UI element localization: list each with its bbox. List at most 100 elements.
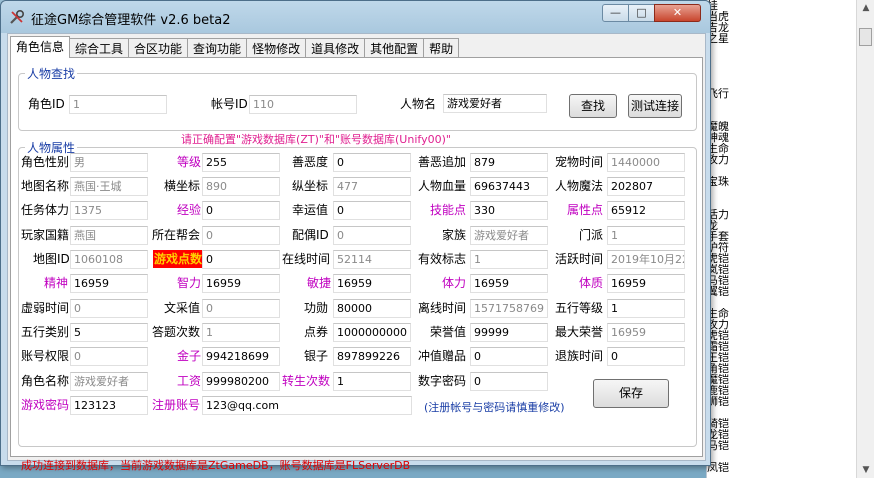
skill-points-field[interactable]: 330: [470, 201, 548, 220]
online-time-label: 在线时间: [282, 252, 331, 266]
maximize-button[interactable]: □: [628, 4, 655, 22]
tab-role-info[interactable]: 角色信息: [10, 36, 71, 58]
rebirth-count-field[interactable]: 1: [333, 372, 411, 391]
offline-time-field[interactable]: 1571758769: [470, 299, 548, 318]
mp-field[interactable]: 202807: [607, 177, 685, 196]
tab-query[interactable]: 查询功能: [187, 38, 248, 58]
minimize-button[interactable]: —: [602, 4, 629, 22]
family-field[interactable]: 游戏爱好者: [470, 226, 548, 245]
x-coord-label: 横坐标: [164, 179, 201, 193]
x-coord-field[interactable]: 890: [202, 177, 280, 196]
scroll-down-icon[interactable]: ▼: [857, 462, 874, 478]
coupon-field[interactable]: 1000000000: [333, 323, 411, 342]
retire-time-label: 退族时间: [555, 349, 604, 363]
background-list: 挂当虎 吉龙 之星 飞行 魔魄 神魂 生命 攻力 宝珠 活力龙手套 护符 虎铠 岚铠 马铠 翼铠 生命 攻力 虎铠…: [707, 0, 837, 478]
agility-label: 敏捷: [307, 276, 332, 290]
scroll-up-icon[interactable]: ▲: [857, 0, 874, 16]
gold-field[interactable]: 994218699: [202, 347, 280, 366]
registered-account-field[interactable]: 123@qq.com: [202, 396, 412, 415]
tab-config[interactable]: 其他配置: [364, 38, 425, 58]
character-name-field[interactable]: 游戏爱好者: [70, 372, 148, 391]
family-label: 家族: [442, 228, 467, 242]
valid-flag-label: 有效标志: [418, 252, 467, 266]
spirit-label: 精神: [44, 276, 69, 290]
sect-label: 门派: [579, 228, 604, 242]
attr-points-field[interactable]: 65912: [607, 201, 685, 220]
level-field[interactable]: 255: [202, 153, 280, 172]
strength-label: 体力: [442, 276, 467, 290]
honor-field[interactable]: 99999: [470, 323, 548, 342]
weak-time-field[interactable]: 0: [70, 299, 148, 318]
gender-field[interactable]: 男: [70, 153, 148, 172]
digit-password-label: 数字密码: [418, 374, 467, 388]
account-id-input[interactable]: 110: [249, 95, 357, 114]
game-password-field[interactable]: 123123: [70, 396, 148, 415]
recharge-gift-field[interactable]: 0: [470, 347, 548, 366]
role-id-label: 角色ID: [28, 97, 65, 111]
hp-field[interactable]: 69637443: [470, 177, 548, 196]
constitution-field[interactable]: 16959: [607, 274, 685, 293]
tab-tools[interactable]: 综合工具: [69, 38, 130, 58]
map-id-field[interactable]: 1060108: [70, 250, 148, 269]
constitution-label: 体质: [579, 276, 604, 290]
main-window: 征途GM综合管理软件 v2.6 beta2 — □ ✕ 角色信息 综合工具 合区功能…: [0, 0, 711, 472]
valid-flag-field[interactable]: 1: [470, 250, 548, 269]
digit-password-field[interactable]: 0: [470, 372, 548, 391]
tab-monster[interactable]: 怪物修改: [246, 38, 307, 58]
tab-help[interactable]: 帮助: [423, 38, 460, 58]
answer-count-field[interactable]: 1: [202, 323, 280, 342]
exp-label: 经验: [177, 203, 202, 217]
background-window: 挂当虎 吉龙 之星 飞行 魔魄 神魂 生命 攻力 宝珠 活力龙手套 护符 虎铠 岚铠 马铠 翼铠 生命 攻力 虎铠…: [706, 0, 874, 478]
close-button[interactable]: ✕: [654, 4, 701, 22]
intelligence-label: 智力: [177, 276, 202, 290]
silver-field[interactable]: 897899226: [333, 347, 411, 366]
country-field[interactable]: 燕国: [70, 226, 148, 245]
salary-field[interactable]: 999980200: [202, 372, 280, 391]
role-id-input[interactable]: 1: [69, 95, 167, 114]
spouse-id-field[interactable]: 0: [333, 226, 411, 245]
tab-merge[interactable]: 合区功能: [128, 38, 189, 58]
five-element-type-field[interactable]: 5: [70, 323, 148, 342]
good-evil-label: 善恶度: [292, 155, 329, 169]
max-honor-field[interactable]: 16959: [607, 323, 685, 342]
test-connection-button[interactable]: 测试连接: [628, 94, 682, 118]
online-time-field[interactable]: 52114: [333, 250, 411, 269]
agility-field[interactable]: 16959: [333, 274, 411, 293]
title-bar[interactable]: 征途GM综合管理软件 v2.6 beta2 — □ ✕: [1, 1, 710, 33]
silver-label: 银子: [304, 349, 329, 363]
guild-field[interactable]: 0: [202, 226, 280, 245]
character-name-label: 角色名称: [21, 374, 70, 388]
map-name-field[interactable]: 燕国·王城: [70, 177, 148, 196]
luck-field[interactable]: 0: [333, 201, 411, 220]
intelligence-field[interactable]: 16959: [202, 274, 280, 293]
good-evil-field[interactable]: 0: [333, 153, 411, 172]
account-id-label: 帐号ID: [211, 97, 248, 111]
query-button[interactable]: 查找: [569, 94, 617, 118]
name-input[interactable]: 游戏爱好者: [443, 94, 547, 113]
merit-field[interactable]: 80000: [333, 299, 411, 318]
good-evil-add-field[interactable]: 879: [470, 153, 548, 172]
background-scrollbar[interactable]: ▲ ▼: [856, 0, 874, 478]
culture-field[interactable]: 0: [202, 299, 280, 318]
y-coord-field[interactable]: 477: [333, 177, 411, 196]
exp-field[interactable]: 0: [202, 201, 280, 220]
salary-label: 工资: [177, 374, 202, 388]
map-id-label: 地图ID: [33, 252, 70, 266]
sect-field[interactable]: 1: [607, 226, 685, 245]
active-time-field[interactable]: 2019年10月22日: [607, 250, 685, 269]
five-element-level-label: 五行等级: [555, 301, 604, 315]
five-element-level-field[interactable]: 1: [607, 299, 685, 318]
account-permission-field[interactable]: 0: [70, 347, 148, 366]
game-points-field[interactable]: 0: [202, 250, 280, 269]
status-message: 成功连接到数据库，当前游戏数据库是ZtGameDB，账号数据库是FLServer…: [21, 459, 411, 472]
spirit-field[interactable]: 16959: [70, 274, 148, 293]
retire-time-field[interactable]: 0: [607, 347, 685, 366]
pet-time-field[interactable]: 1440000: [607, 153, 685, 172]
tab-items[interactable]: 道具修改: [305, 38, 366, 58]
good-evil-add-label: 善恶追加: [418, 155, 467, 169]
search-group: 人物查找 角色ID 1 帐号ID 110 人物名 游戏爱好者 查找 测试连接: [18, 65, 697, 131]
scroll-thumb[interactable]: [859, 28, 872, 46]
save-button[interactable]: 保存: [593, 379, 669, 408]
strength-field[interactable]: 16959: [470, 274, 548, 293]
stamina-field[interactable]: 1375: [70, 201, 148, 220]
